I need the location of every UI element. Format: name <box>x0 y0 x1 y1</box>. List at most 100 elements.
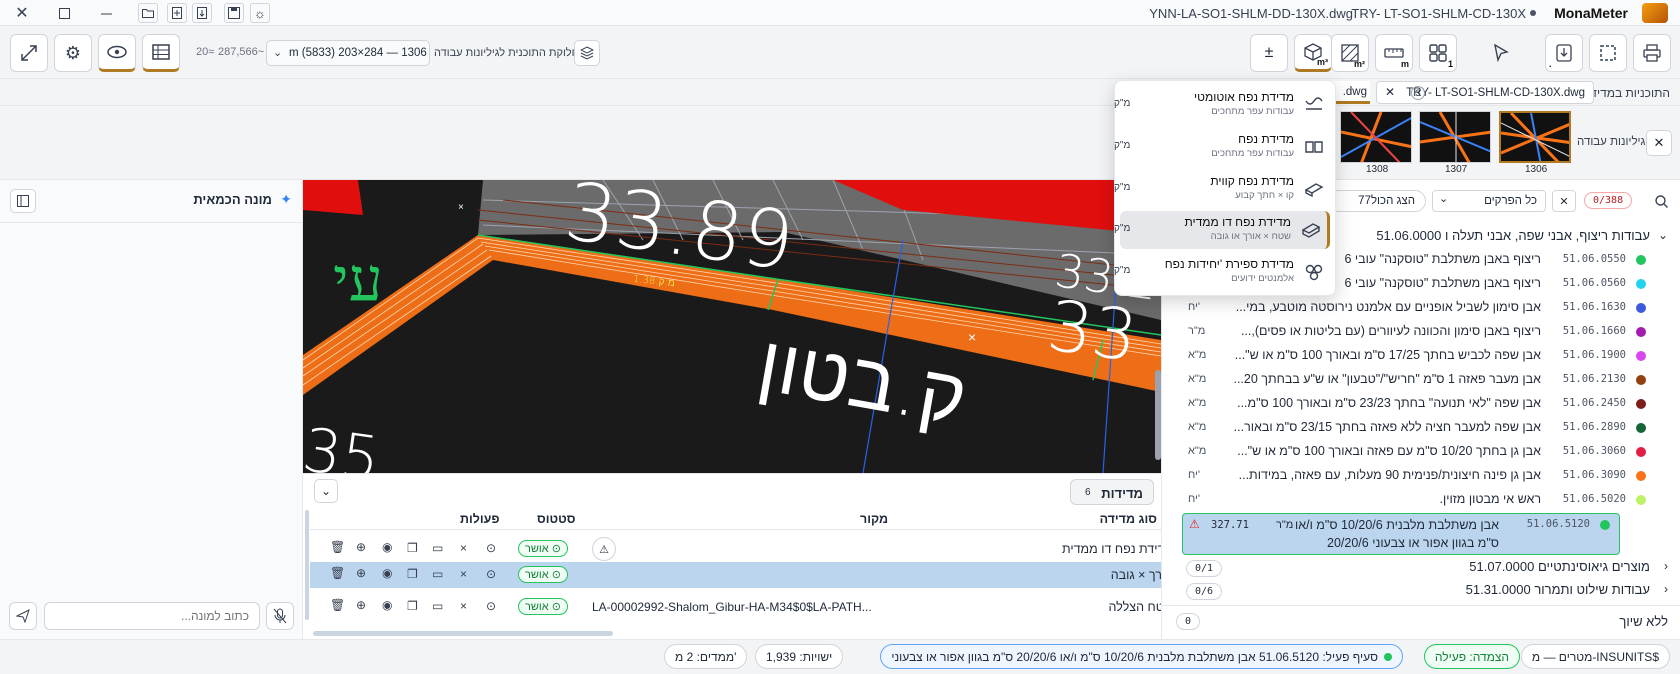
item-code: 51.06.3060 <box>1562 445 1626 457</box>
sheet-thumb-1306[interactable] <box>1499 111 1571 163</box>
measurements-count: 6 <box>1085 487 1091 498</box>
close-sheets-button[interactable]: ✕ <box>1646 130 1672 156</box>
maximize-icon[interactable] <box>54 3 74 23</box>
collapse-panel-button[interactable] <box>10 189 36 213</box>
folder-move-icon[interactable]: ▭ <box>432 599 443 613</box>
import-icon[interactable] <box>167 3 187 23</box>
crosshair-icon[interactable]: ⊕ <box>356 598 366 612</box>
chevron-right-icon[interactable]: › <box>1664 559 1668 573</box>
boq-item[interactable]: 51.06.1630 אבן סימון לשביל אופניים עם אלמ… <box>1184 296 1676 320</box>
tab-plan-1[interactable]: TRY- LT-SO1-SHLM-CD-130X.dwg 3 ✕ <box>1376 81 1594 104</box>
eye-icon[interactable]: ◉ <box>382 566 392 580</box>
eye-icon <box>107 45 127 59</box>
target-icon[interactable]: ⊙ <box>486 599 496 613</box>
menu-item-volume[interactable]: מדידת נפח עבודות עפר מתחכים מ"ק <box>1114 128 1330 166</box>
col-name-header: סוג מדידה <box>1099 512 1157 526</box>
visibility-button[interactable] <box>98 34 136 72</box>
minimize-icon[interactable] <box>96 3 116 23</box>
menu-item-auto-volume[interactable]: מדידת נפח אוטומטי עבודות עפר מתחכים מ"ק <box>1114 86 1330 124</box>
mic-off-button[interactable] <box>266 602 294 630</box>
table-row[interactable]: אורך × גובה אושר ⊙ ⊙ × ▭ ❐ ◉ ⊕ 🗑 <box>310 562 1173 588</box>
measurements-v-scrollbar[interactable] <box>305 510 309 620</box>
folder-move-icon[interactable]: ▭ <box>432 541 443 555</box>
chevron-down-icon[interactable]: ⌄ <box>1658 228 1668 242</box>
menu-item-linear-volume[interactable]: מדידת נפח קווית קו × חתך קבוע מ"ק <box>1114 170 1330 208</box>
expand-icon <box>21 45 37 61</box>
print-button[interactable] <box>1633 34 1671 72</box>
close-icon[interactable]: × <box>460 541 467 555</box>
boq-item-selected[interactable]: 51.06.5120 אבן משתלבת מלבנית 10/20/6 ס"מ… <box>1182 513 1620 555</box>
table-row[interactable]: שטח הצללה LA-00002992-Shalom_Gibur-HA-M3… <box>310 594 1173 620</box>
dimensions-select[interactable]: ⌄ m (5833) 203×284 — 1306 <box>266 40 430 66</box>
warning-icon[interactable]: ⚠ <box>592 537 616 561</box>
download-button[interactable]: . <box>1545 34 1583 72</box>
clear-filter-button[interactable]: ✕ <box>1552 190 1576 212</box>
menu-item-count-units[interactable]: מדידת ספירת 'יחידות נפח אלמנטים ידועים מ… <box>1114 253 1330 291</box>
copy-icon[interactable]: ❐ <box>407 541 418 555</box>
measurements-h-scrollbar[interactable] <box>313 631 613 636</box>
count-tool-button[interactable]: 1 <box>1419 34 1457 72</box>
trash-icon[interactable]: 🗑 <box>330 566 345 580</box>
assistant-input[interactable] <box>44 602 260 630</box>
close-icon[interactable]: × <box>460 567 467 581</box>
show-all-button[interactable]: הצג הכול77 <box>1328 190 1426 212</box>
layers-button[interactable] <box>574 40 600 66</box>
target-icon[interactable]: ⊙ <box>486 567 496 581</box>
chapters-select[interactable]: כל הפרקים ⌄ <box>1432 190 1546 212</box>
copy-icon[interactable]: ❐ <box>407 599 418 613</box>
save-icon[interactable] <box>224 3 244 23</box>
table-button[interactable] <box>142 34 180 72</box>
menu-item-2d-volume[interactable]: מדידת נפח דו ממדית שטח × אורך או גובה מ"… <box>1114 211 1330 249</box>
close-icon[interactable]: × <box>460 599 467 613</box>
group-row[interactable]: 51.31.0000 עבודות שילוט ותמרור <box>1466 582 1650 604</box>
lock-status[interactable]: הצמדה: פעילה <box>1423 644 1520 669</box>
boq-item[interactable]: 51.06.1900 אבן שפה לכביש בחתך 17/25 ס"מ ו… <box>1184 344 1676 368</box>
export-icon[interactable] <box>192 3 212 23</box>
row-name: מדידת נפח דו ממדית <box>1062 542 1173 556</box>
drawing-canvas[interactable]: × × עי 33.89 33.2 33 35 ק.בטון מ:ק:1.38 <box>303 180 1161 473</box>
group-row[interactable]: 51.07.0000 מוצרים גיאוסינתטיים <box>1469 559 1650 581</box>
boq-item[interactable]: 51.06.2450 אבן שפה "לאי תנועה" בחתך 23/23… <box>1184 392 1676 416</box>
plus-minus-label: ± <box>1264 44 1274 61</box>
trash-icon[interactable]: 🗑 <box>330 540 345 554</box>
crosshair-icon[interactable]: ⊕ <box>356 566 366 580</box>
group-row[interactable]: 51.06.0000 עבודות ריצוף, אבני שפה, אבני … <box>1376 228 1650 250</box>
boq-item[interactable]: 51.06.2890 אבן שפה למעבר חציה ללא פאזה בח… <box>1184 416 1676 440</box>
folder-icon[interactable] <box>138 3 158 23</box>
boq-item[interactable]: 51.06.3060 אבן גן בחתך 10/20 ס"מ עם פאזה … <box>1184 440 1676 464</box>
target-icon[interactable]: ⊙ <box>486 541 496 555</box>
settings-button[interactable]: ⚙ <box>54 34 92 72</box>
boq-item[interactable]: 51.06.2130 אבן מעבר פאזה 1 ס"מ "חריש"/"טב… <box>1184 368 1676 392</box>
boq-group-3-count: 0/6 <box>1186 583 1223 600</box>
length-tool-button[interactable]: m <box>1375 34 1413 72</box>
plus-minus-button[interactable]: ± <box>1250 34 1288 72</box>
fullscreen-button[interactable] <box>10 34 48 72</box>
trash-icon[interactable]: 🗑 <box>330 598 345 612</box>
collapse-measurements-button[interactable]: ⌄ <box>314 479 338 503</box>
send-button[interactable] <box>9 602 37 630</box>
boq-item[interactable]: 51.06.3090 אבן גן פינה חיצונית/פנימית 90 … <box>1184 464 1676 488</box>
table-row[interactable]: מדידת נפח דו ממדית ⚠ אושר ⊙ ⊙ × ▭ ❐ ◉ ⊕ … <box>310 536 1173 562</box>
boq-item[interactable]: 51.06.1660 ריצוף באבן סימון והכוונה לעיוו… <box>1184 320 1676 344</box>
search-button[interactable] <box>1650 190 1672 212</box>
sheet-thumb-1307[interactable] <box>1419 111 1491 163</box>
copy-icon[interactable]: ❐ <box>407 567 418 581</box>
item-code: 51.06.2450 <box>1562 397 1626 409</box>
download-icon <box>1556 44 1572 62</box>
folder-move-icon[interactable]: ▭ <box>432 567 443 581</box>
boq-item[interactable]: 51.06.5020 ראש אי מבטון מזוין. יח' <box>1184 488 1676 512</box>
measurements-header-chip[interactable]: מדידות 6 <box>1070 479 1154 505</box>
area-tool-button[interactable]: m² <box>1331 34 1369 72</box>
theme-sun-icon[interactable]: ☼ <box>250 3 270 23</box>
pointer-button[interactable] <box>1482 34 1520 72</box>
crosshair-icon[interactable]: ⊕ <box>356 540 366 554</box>
menu-item-unit: מ"ק <box>1114 98 1131 109</box>
tab-close-icon[interactable]: ✕ <box>1385 85 1395 99</box>
eye-icon[interactable]: ◉ <box>382 598 392 612</box>
sheet-thumb-1308[interactable] <box>1340 111 1412 163</box>
eye-icon[interactable]: ◉ <box>382 540 392 554</box>
select-area-button[interactable] <box>1589 34 1627 72</box>
volume-tool-button[interactable]: m³ <box>1294 34 1332 72</box>
chevron-right-icon[interactable]: › <box>1664 582 1668 596</box>
close-icon[interactable]: ✕ <box>12 3 32 23</box>
